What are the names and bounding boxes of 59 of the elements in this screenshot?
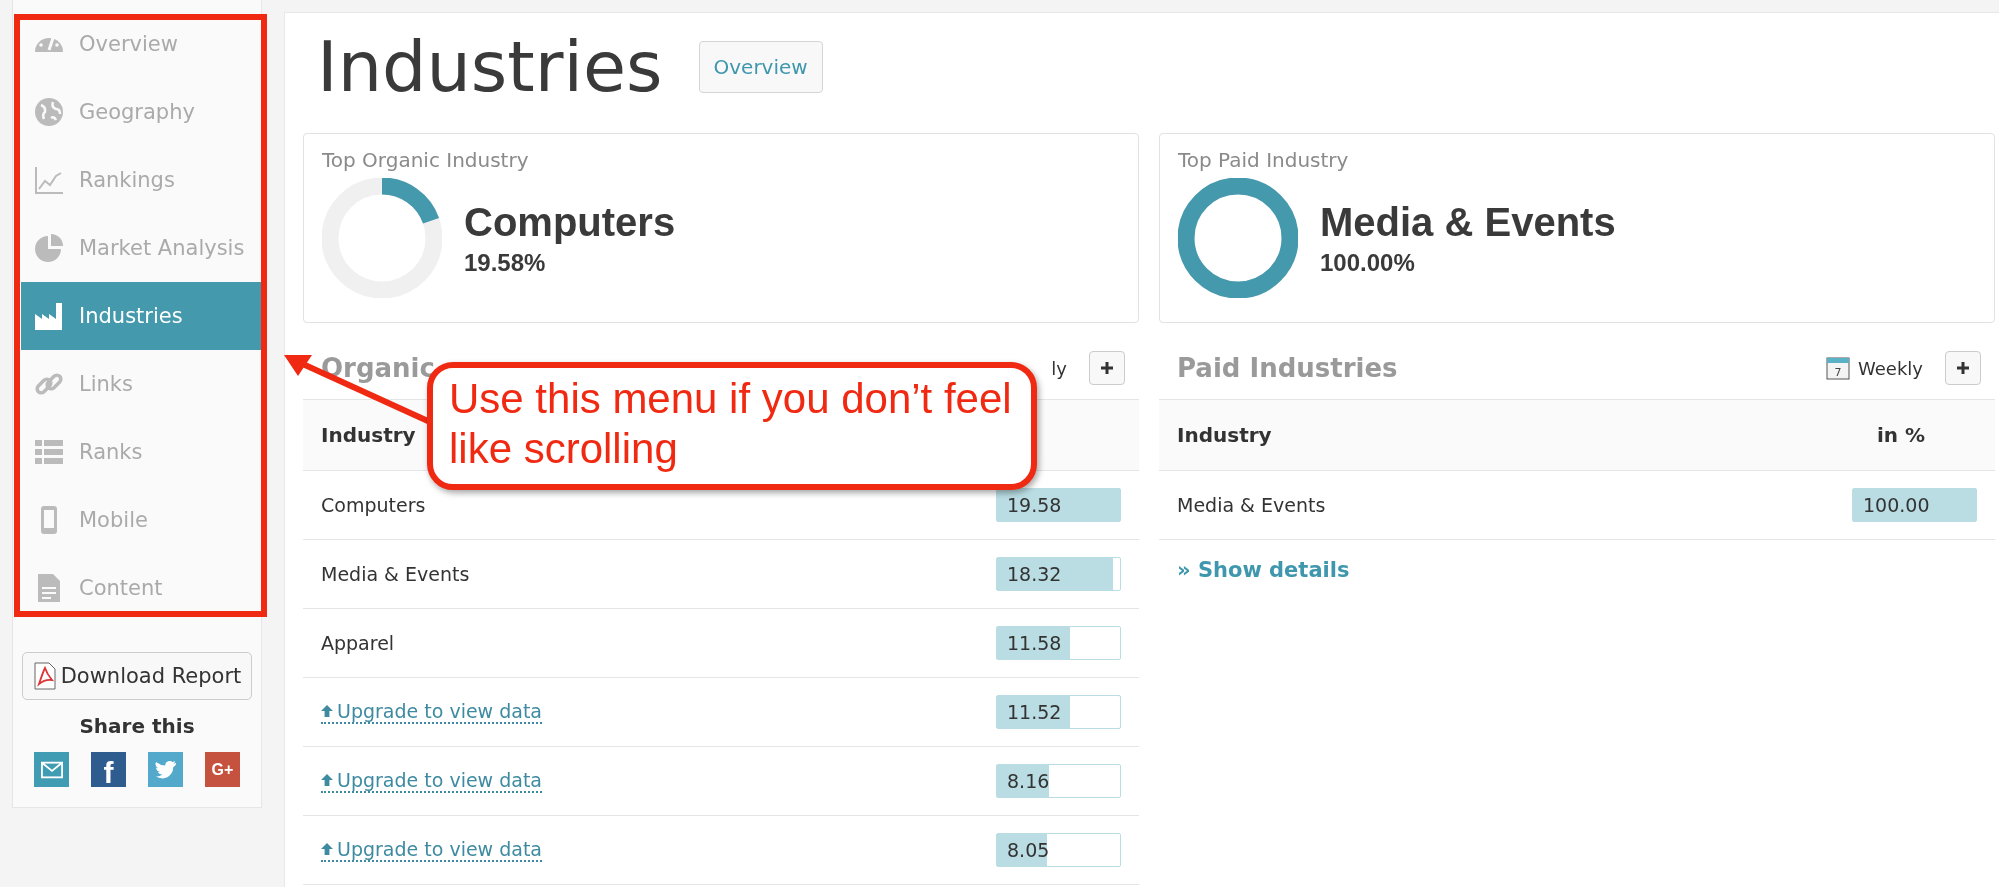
upgrade-link[interactable]: Upgrade to view data <box>321 700 542 724</box>
section-title: Paid Industries <box>1177 353 1398 383</box>
value-label: 19.58 <box>1006 494 1062 516</box>
value-label: 11.58 <box>1006 632 1062 654</box>
card-title: Top Organic Industry <box>322 148 530 172</box>
up-arrow-icon <box>321 774 333 786</box>
table-cell: Computers <box>321 494 426 516</box>
column-header: Industry <box>321 423 416 447</box>
bird-share-button[interactable] <box>148 752 183 787</box>
sidebar-item[interactable]: Market Analysis <box>21 214 261 282</box>
sidebar-item[interactable]: Industries <box>21 282 261 350</box>
period-label[interactable]: Weekly <box>1858 357 1923 379</box>
overview-button[interactable]: Overview <box>698 41 823 93</box>
plus-icon <box>1100 361 1114 375</box>
email-share-button[interactable] <box>34 752 69 787</box>
add-button[interactable] <box>1945 351 1981 385</box>
download-report-button[interactable]: Download Report <box>21 652 253 700</box>
table-cell: Media & Events <box>321 563 470 585</box>
industry-name: Computers <box>464 199 676 245</box>
value-label: 8.16 <box>1006 770 1050 792</box>
sidebar-item[interactable]: Rankings <box>21 146 261 214</box>
share-button[interactable]: G+ <box>205 752 240 787</box>
value-label: 18.32 <box>1006 563 1062 585</box>
sidebar-item[interactable]: Overview <box>21 10 261 78</box>
industry-name: Media & Events <box>1320 199 1616 245</box>
sidebar-item[interactable]: Mobile <box>21 486 261 554</box>
upgrade-link[interactable]: Upgrade to view data <box>321 769 542 793</box>
column-header: Industry <box>1177 423 1272 447</box>
line-chart-icon <box>33 164 65 196</box>
page-title: Industries <box>317 26 663 108</box>
plus-icon <box>1956 361 1970 375</box>
pie-chart-icon <box>33 232 65 264</box>
industry-percent: 100.00% <box>1320 248 1416 277</box>
factory-icon <box>33 300 65 332</box>
pdf-icon <box>32 662 57 690</box>
bird-icon <box>154 760 177 779</box>
up-arrow-icon <box>321 705 333 717</box>
envelope-icon <box>40 760 63 779</box>
share-button[interactable]: f <box>91 752 126 787</box>
industry-percent: 19.58% <box>464 248 547 277</box>
value-label: 100.00 <box>1862 494 1930 516</box>
sidebar-item[interactable]: Geography <box>21 78 261 146</box>
value-label: 11.52 <box>1006 701 1062 723</box>
sidebar-item[interactable]: Links <box>21 350 261 418</box>
share-title: Share this <box>79 714 195 738</box>
show-details-link[interactable]: » Show details <box>1177 558 1350 582</box>
table-cell: Apparel <box>321 632 395 654</box>
sidebar-item[interactable]: Content <box>21 554 261 622</box>
sidebar-item[interactable]: Ranks <box>21 418 261 486</box>
up-arrow-icon <box>321 843 333 855</box>
globe-icon <box>33 96 65 128</box>
upgrade-link[interactable]: Upgrade to view data <box>321 838 542 862</box>
add-button[interactable] <box>1089 351 1125 385</box>
value-label: 8.05 <box>1006 839 1050 861</box>
column-header: in % <box>1876 423 1925 447</box>
period-label[interactable]: ly <box>1051 357 1067 379</box>
card-title: Top Paid Industry <box>1178 148 1350 172</box>
table-cell: Media & Events <box>1177 494 1326 516</box>
calendar-icon: 7 <box>1826 356 1851 380</box>
